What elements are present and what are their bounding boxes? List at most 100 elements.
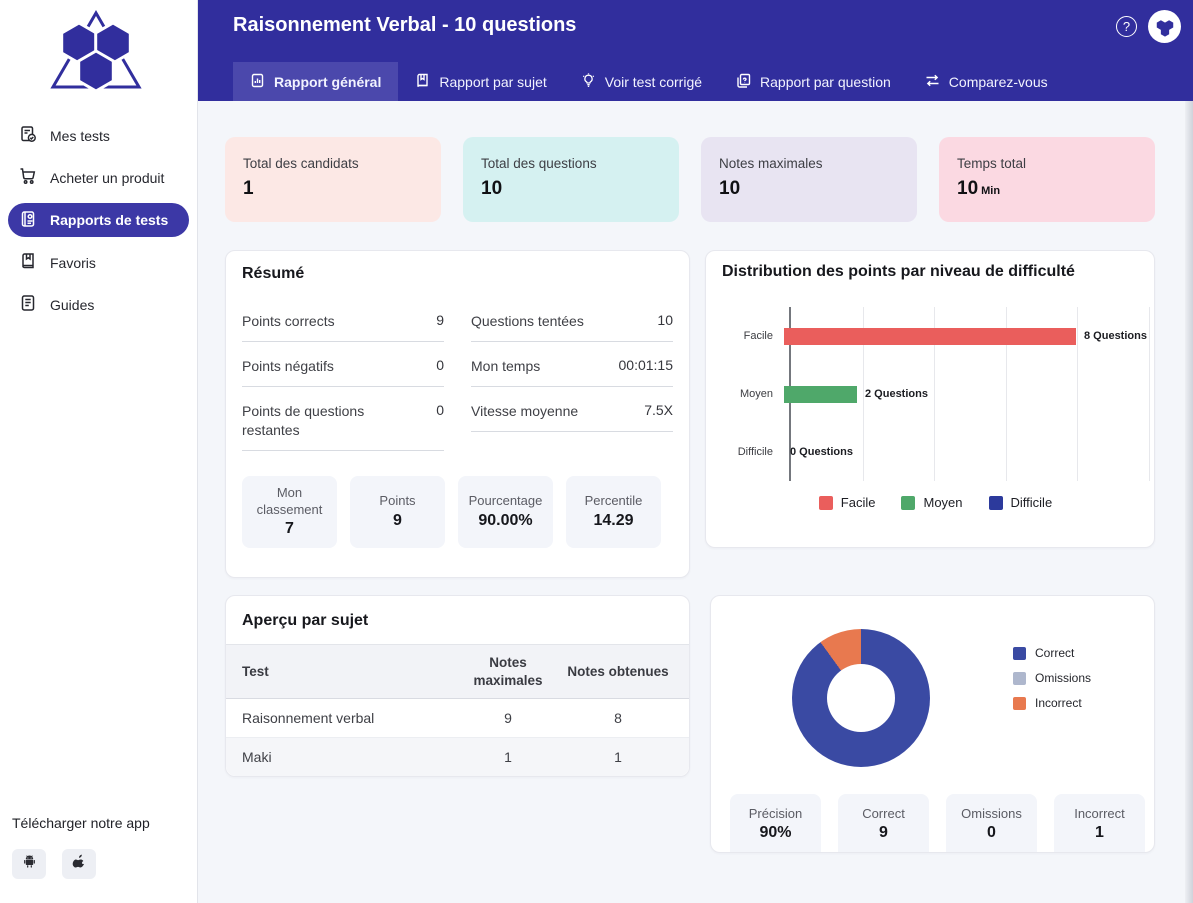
sidebar: Mes tests Acheter un produit [0,0,198,903]
mini-card-classement: Mon classement 7 [242,476,337,548]
book-icon [415,73,430,91]
sidebar-item-label: Favoris [50,255,96,271]
donut-legend: Correct Omissions Incorrect [1013,646,1091,710]
legend-swatch-moyen [901,496,915,510]
stat-label: Total des candidats [243,156,441,171]
lightbulb-icon [581,73,596,91]
stat-value: 10Min [957,178,1155,200]
avatar[interactable] [1148,10,1181,43]
tab-rapport-par-question[interactable]: Rapport par question [719,62,908,101]
tab-label: Comparez-vous [949,74,1048,90]
app-root: Mes tests Acheter un produit [0,0,1193,903]
stat-value: 1 [243,178,441,200]
mini-card-percentile: Percentile 14.29 [566,476,661,548]
bar-row-moyen: Moyen 2 Questions [722,365,1149,423]
legend-swatch-incorrect [1013,697,1026,710]
resume-stat-mon-temps: Mon temps00:01:15 [471,357,673,387]
legend-swatch-facile [819,496,833,510]
tests-icon [19,125,37,146]
legend-swatch-correct [1013,647,1026,660]
pages-icon [736,73,751,91]
report-book-icon [19,210,37,231]
page-title: Raisonnement Verbal - 10 questions [233,14,576,37]
sidebar-nav: Mes tests Acheter un produit [0,119,197,321]
sidebar-item-acheter[interactable]: Acheter un produit [0,161,197,194]
bar-row-facile: Facile 8 Questions [722,307,1149,365]
card-incorrect: Incorrect 1 [1054,794,1145,853]
bar-facile [784,328,1076,345]
resume-title: Résumé [242,265,673,283]
sidebar-item-label: Guides [50,297,94,313]
hexagon-logo-icon [46,6,146,96]
stat-value: 10 [481,178,679,200]
table-header: Test Notes maximales Notes obtenues [226,644,689,699]
legend-swatch-omissions [1013,672,1026,685]
sidebar-item-label: Mes tests [50,128,110,144]
help-icon[interactable]: ? [1116,16,1137,37]
card-omissions: Omissions 0 [946,794,1037,853]
sidebar-item-rapports[interactable]: Rapports de tests [8,203,189,237]
legend-swatch-difficile [989,496,1003,510]
tab-comparez-vous[interactable]: Comparez-vous [908,62,1065,101]
accuracy-cards-row: Précision 90% Correct 9 Omissions 0 Inco… [730,794,1145,853]
tab-label: Rapport général [274,74,381,90]
resume-panel: Résumé Points corrects9 Points négatifs0… [225,250,690,578]
stat-label: Temps total [957,156,1155,171]
tab-rapport-general[interactable]: Rapport général [233,62,398,101]
apple-icon [71,853,88,875]
resume-stat-questions-tentees: Questions tentées10 [471,312,673,342]
android-store-button[interactable] [12,849,46,879]
stat-card-questions: Total des questions 10 [463,137,679,222]
tab-voir-test-corrige[interactable]: Voir test corrigé [564,62,719,101]
table-row[interactable]: Maki 1 1 [226,738,689,776]
mini-card-pourcentage: Pourcentage 90.00% [458,476,553,548]
main-content: Total des candidats 1 Total des question… [198,101,1193,903]
tab-label: Rapport par sujet [439,74,546,90]
apple-store-button[interactable] [62,849,96,879]
difficulty-legend: Facile Moyen Difficile [722,495,1149,510]
compare-arrows-icon [925,73,940,91]
resume-stat-points-corrects: Points corrects9 [242,312,444,342]
difficulty-bar-chart: Facile 8 Questions Moyen 2 Questions [722,307,1149,481]
download-app-label: Télécharger notre app [12,815,150,831]
stat-label: Notes maximales [719,156,917,171]
document-icon [19,294,37,315]
cart-icon [19,167,37,188]
bookmark-icon [19,252,37,273]
donut-hole [827,664,895,732]
android-icon [21,853,38,875]
sidebar-item-label: Rapports de tests [50,212,168,228]
difficulty-chart-title: Distribution des points par niveau de di… [722,263,1154,281]
accuracy-donut-chart [792,629,930,767]
tab-label: Rapport par question [760,74,891,90]
stat-card-temps-total: Temps total 10Min [939,137,1155,222]
subject-table-title: Aperçu par sujet [226,596,689,644]
stat-value: 10 [719,178,917,200]
stat-unit: Min [981,185,1000,197]
resume-stat-vitesse: Vitesse moyenne7.5X [471,402,673,432]
sidebar-item-favoris[interactable]: Favoris [0,246,197,279]
bar-row-difficile: Difficile 0 Questions [722,423,1149,481]
resume-stat-points-negatifs: Points négatifs0 [242,357,444,387]
vertical-scrollbar[interactable] [1185,101,1193,903]
sidebar-item-mes-tests[interactable]: Mes tests [0,119,197,152]
stat-card-notes-max: Notes maximales 10 [701,137,917,222]
tab-rapport-par-sujet[interactable]: Rapport par sujet [398,62,563,101]
table-row[interactable]: Raisonnement verbal 9 8 [226,699,689,738]
mini-card-points: Points 9 [350,476,445,548]
page-header: Raisonnement Verbal - 10 questions ? Rap… [198,0,1193,101]
stat-card-candidats: Total des candidats 1 [225,137,441,222]
report-tabs: Rapport général Rapport par sujet [233,62,1065,101]
subject-table-panel: Aperçu par sujet Test Notes maximales No… [225,595,690,777]
sidebar-item-label: Acheter un produit [50,170,164,186]
stat-cards-row: Total des candidats 1 Total des question… [225,137,1193,222]
app-logo[interactable] [0,0,197,101]
accuracy-donut-panel: Correct Omissions Incorrect Précision 90… [710,595,1155,853]
tab-label: Voir test corrigé [605,74,702,90]
download-app-section: Télécharger notre app [12,815,150,879]
bar-moyen [784,386,857,403]
sidebar-item-guides[interactable]: Guides [0,288,197,321]
avatar-logo-icon [1153,16,1177,38]
difficulty-chart-panel: Distribution des points par niveau de di… [705,250,1155,548]
stat-label: Total des questions [481,156,679,171]
